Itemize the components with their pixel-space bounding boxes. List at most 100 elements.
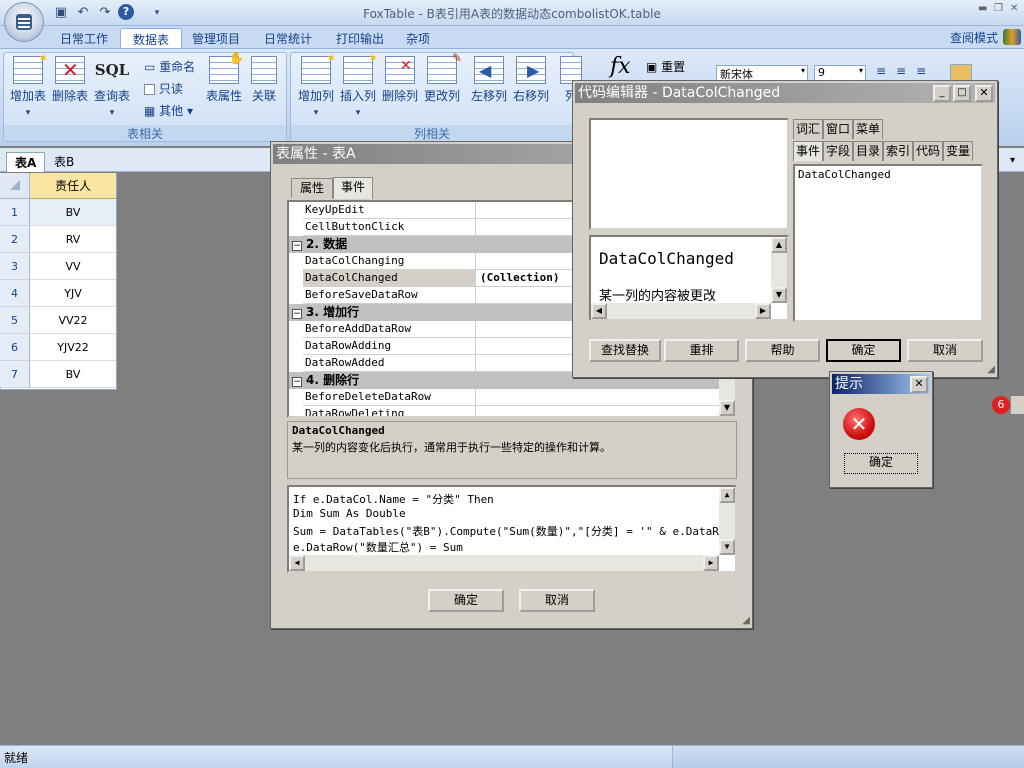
column-header-owner[interactable]: 责任人 [30, 173, 116, 199]
help-scroll-down-icon[interactable]: ▼ [771, 287, 787, 303]
event-list-item[interactable]: DataColChanged [798, 168, 891, 181]
reformat-button[interactable]: 重排 [664, 339, 739, 362]
grid-cell[interactable]: VV [30, 253, 116, 280]
property-row[interactable]: BeforeDeleteDataRow [303, 389, 735, 406]
resize-grip-icon[interactable]: ◢ [742, 615, 750, 626]
collapse-icon[interactable]: − [292, 241, 302, 251]
minimize-icon[interactable]: ▬ [978, 3, 987, 14]
editor-ok-button[interactable]: 确定 [826, 339, 901, 362]
editor-tab[interactable]: 词汇 [793, 119, 823, 139]
editor-tab[interactable]: 窗口 [823, 119, 853, 139]
editor-close-icon[interactable]: ✕ [975, 85, 993, 102]
grid-cell[interactable]: YJV22 [30, 334, 116, 361]
row-number[interactable]: 3 [0, 253, 30, 280]
move-left-button[interactable]: ◀ 左移列 [467, 56, 511, 104]
notification-icon[interactable]: 6 [992, 396, 1010, 414]
insert-column-button[interactable]: ✶ 插入列 ▾ [336, 51, 380, 118]
tab-print-output[interactable]: 打印输出 [324, 28, 396, 50]
move-right-button[interactable]: ▶ 右移列 [509, 56, 553, 104]
table-props-button[interactable]: ✋ 表属性 [202, 51, 246, 104]
code-hscroll[interactable]: ◀ ▶ [289, 555, 719, 571]
tab-manage-project[interactable]: 管理项目 [180, 28, 252, 50]
other-button[interactable]: ▦ 其他 ▾ [144, 102, 193, 119]
status-bar: 就绪 [0, 745, 1024, 768]
app-menu-button[interactable] [4, 2, 44, 42]
grid-corner[interactable] [0, 173, 30, 199]
help-scroll-up-icon[interactable]: ▲ [771, 237, 787, 253]
property-value[interactable] [475, 406, 735, 416]
editor-tab[interactable]: 事件 [793, 141, 823, 161]
tab-data-table[interactable]: 数据表 [120, 28, 183, 50]
tab-daily-stats[interactable]: 日常统计 [252, 28, 324, 50]
find-replace-button[interactable]: 查找替换 [589, 339, 661, 362]
row-number[interactable]: 7 [0, 361, 30, 388]
relation-icon [251, 56, 277, 84]
grid-cell[interactable]: YJV [30, 280, 116, 307]
sheet-tab-a[interactable]: 表A [6, 152, 46, 172]
props-tab-events[interactable]: 事件 [333, 177, 373, 199]
editor-tab[interactable]: 变量 [943, 141, 973, 161]
property-value[interactable] [475, 389, 735, 405]
editor-resize-grip-icon[interactable]: ◢ [987, 364, 995, 375]
event-list[interactable]: DataColChanged [793, 164, 983, 322]
help-button[interactable]: 帮助 [745, 339, 820, 362]
editor-maximize-icon[interactable]: □ [953, 85, 971, 102]
editor-minimize-icon[interactable]: _ [933, 85, 951, 102]
props-tab-properties[interactable]: 属性 [291, 178, 333, 198]
row-number[interactable]: 2 [0, 226, 30, 253]
align-buttons[interactable]: ≡≡≡ [876, 64, 936, 78]
grid-cell[interactable]: BV [30, 361, 116, 388]
help-scroll-left-icon[interactable]: ◀ [591, 303, 607, 319]
code-preview[interactable]: If e.DataCol.Name = "分类" Then Dim Sum As… [287, 485, 737, 573]
grid-cell[interactable]: RV [30, 226, 116, 253]
readonly-label: 只读 [158, 82, 183, 96]
restore-icon[interactable]: ❐ [994, 3, 1003, 14]
row-number[interactable]: 4 [0, 280, 30, 307]
row-number[interactable]: 1 [0, 199, 30, 226]
change-column-button[interactable]: ✎ 更改列 [420, 51, 464, 104]
query-table-button[interactable]: SQL 查询表 ▾ [90, 56, 134, 118]
property-row[interactable]: DataRowDeleting [303, 406, 735, 416]
editor-cancel-button[interactable]: 取消 [907, 339, 983, 362]
editor-tab[interactable]: 菜单 [853, 119, 883, 139]
reset-button[interactable]: ▣ 重置 [646, 58, 685, 75]
sheet-tab-b[interactable]: 表B [46, 152, 82, 171]
editor-tab[interactable]: 目录 [853, 141, 883, 161]
help-scroll-right-icon[interactable]: ▶ [755, 303, 771, 319]
editor-tab[interactable]: 字段 [823, 141, 853, 161]
help-vscroll[interactable]: ▲ ▼ [771, 237, 787, 303]
view-mode-label[interactable]: 查阅模式 [950, 29, 998, 46]
close-icon[interactable]: ✕ [1010, 3, 1018, 14]
collapse-icon[interactable]: − [292, 309, 302, 319]
editor-tab[interactable]: 索引 [883, 141, 913, 161]
tab-misc[interactable]: 杂项 [394, 28, 442, 50]
tab-daily-work[interactable]: 日常工作 [48, 28, 120, 50]
code-scroll-down-icon[interactable]: ▼ [719, 539, 735, 555]
scroll-down-icon[interactable]: ▼ [719, 400, 735, 416]
delete-column-button[interactable]: ✕ 删除列 [378, 56, 422, 104]
add-table-button[interactable]: ✶ 增加表 ▾ [6, 51, 50, 118]
tip-close-icon[interactable]: ✕ [910, 376, 928, 393]
code-scroll-right-icon[interactable]: ▶ [703, 555, 719, 571]
relation-button[interactable]: 关联 [242, 56, 286, 104]
sheet-dropdown-icon[interactable]: ▾ [1010, 155, 1015, 166]
collapse-icon[interactable]: − [292, 377, 302, 387]
code-scroll-left-icon[interactable]: ◀ [289, 555, 305, 571]
function-icon[interactable]: fx [610, 54, 631, 79]
row-number[interactable]: 5 [0, 307, 30, 334]
add-column-button[interactable]: ✶ 增加列 ▾ [294, 51, 338, 118]
tip-ok-button[interactable]: 确定 [844, 453, 918, 474]
help-hscroll[interactable]: ◀ ▶ [591, 303, 771, 319]
editor-tab[interactable]: 代码 [913, 141, 943, 161]
editor-text-area[interactable] [589, 118, 789, 230]
code-vscroll[interactable]: ▲ ▼ [719, 487, 735, 555]
delete-table-button[interactable]: ✕ 删除表 [48, 56, 92, 104]
props-ok-button[interactable]: 确定 [428, 589, 504, 612]
grid-cell[interactable]: BV [30, 199, 116, 226]
props-cancel-button[interactable]: 取消 [519, 589, 595, 612]
rename-button[interactable]: ▭ 重命名 [144, 58, 195, 75]
readonly-checkbox[interactable]: 只读 [144, 80, 183, 97]
code-scroll-up-icon[interactable]: ▲ [719, 487, 735, 503]
row-number[interactable]: 6 [0, 334, 30, 361]
grid-cell[interactable]: VV22 [30, 307, 116, 334]
